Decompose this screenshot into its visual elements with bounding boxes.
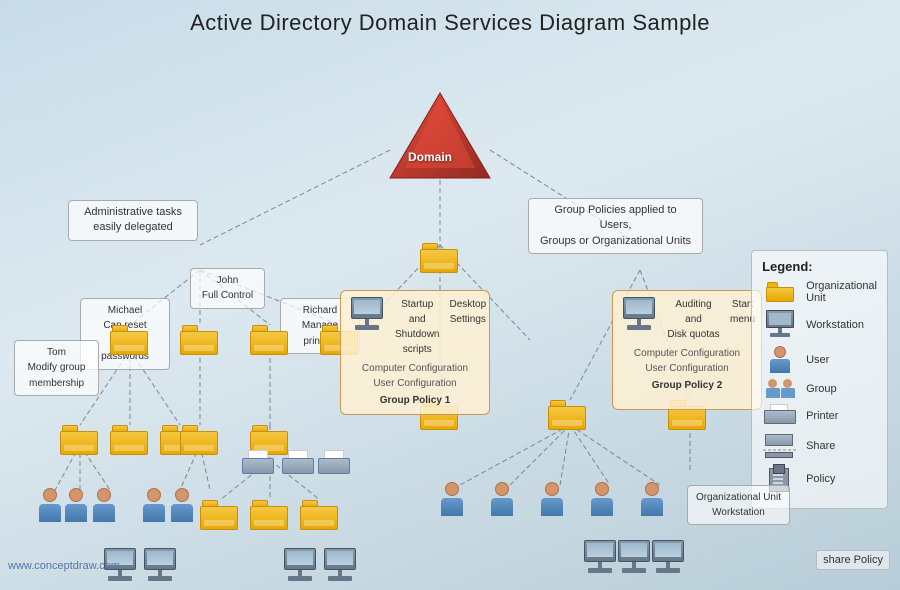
legend-label-user: User	[806, 354, 829, 366]
printer-2	[280, 450, 316, 478]
legend-item-printer: Printer	[762, 404, 877, 428]
ws-3	[280, 548, 320, 584]
admin-tasks-annotation: Administrative tasks easily delegated	[68, 200, 198, 241]
printer-1	[240, 450, 276, 478]
legend-label-ws: Workstation	[806, 319, 864, 331]
folder-sub-4	[180, 425, 218, 455]
domain-triangle	[380, 88, 500, 193]
legend: Legend: Organizational Unit	[751, 250, 888, 509]
folder-right-2	[548, 400, 586, 430]
user-l4	[140, 488, 168, 526]
watermark: www.conceptdraw.com	[8, 560, 120, 572]
user-r1	[438, 482, 466, 520]
legend-item-user: User	[762, 346, 877, 373]
gp2-computer-icon	[619, 297, 659, 333]
printer-3	[316, 450, 352, 478]
folder-main	[420, 243, 458, 273]
folder-printer-1	[200, 500, 238, 530]
user-l5	[168, 488, 196, 526]
john-annotation: John Full Control	[190, 268, 265, 309]
page-title: Active Directory Domain Services Diagram…	[0, 0, 900, 42]
user-r3	[538, 482, 566, 520]
legend-label-ou: Organizational Unit	[806, 280, 877, 304]
folder-sub-1	[60, 425, 98, 455]
gp1-computer-icon	[347, 297, 387, 333]
user-r4	[588, 482, 616, 520]
ws-r3	[648, 540, 688, 576]
ws-4	[320, 548, 360, 584]
folder-sub-2	[110, 425, 148, 455]
user-l1	[36, 488, 64, 526]
legend-item-ou: Organizational Unit	[762, 280, 877, 304]
folder-left-2	[180, 325, 218, 355]
user-l2	[62, 488, 90, 526]
legend-item-ws: Workstation	[762, 310, 877, 340]
user-l3	[90, 488, 118, 526]
folder-printer-3	[300, 500, 338, 530]
domain-label: Domain	[408, 150, 452, 164]
ou-workstation-label: Organizational Unit Workstation	[687, 485, 790, 525]
legend-label-share: Share	[806, 440, 835, 452]
legend-item-share: Share	[762, 434, 877, 458]
user-r5	[638, 482, 666, 520]
legend-title: Legend:	[762, 259, 877, 274]
group-policy-1-box: Startup and Shutdown scripts Desktop Set…	[340, 290, 490, 415]
share-policy-label: share Policy	[816, 550, 890, 570]
group-policies-annotation: Group Policies applied to Users, Groups …	[528, 198, 703, 254]
legend-label-group: Group	[806, 383, 837, 395]
group-policy-2-box: Auditing and Disk quotas Start menu Comp…	[612, 290, 762, 410]
folder-left-3	[250, 325, 288, 355]
legend-label-policy: Policy	[806, 473, 835, 485]
user-r2	[488, 482, 516, 520]
legend-item-group: Group	[762, 379, 877, 398]
legend-label-printer: Printer	[806, 410, 838, 422]
folder-printer-2	[250, 500, 288, 530]
tom-annotation: Tom Modify group membership	[14, 340, 99, 396]
ws-2	[140, 548, 180, 584]
folder-left-1	[110, 325, 148, 355]
